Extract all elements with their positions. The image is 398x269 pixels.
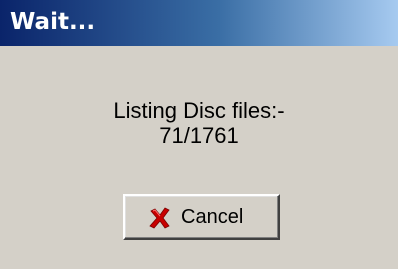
progress-status-text: Listing Disc files:-: [113, 98, 285, 123]
wait-dialog: Wait... Listing Disc files:- 71/1761 Can…: [0, 0, 398, 269]
progress-count: 71/1761: [159, 123, 239, 148]
window-title: Wait...: [10, 9, 96, 35]
progress-message: Listing Disc files:- 71/1761: [0, 98, 398, 148]
cancel-button-label: Cancel: [181, 206, 244, 228]
title-bar[interactable]: Wait...: [0, 0, 398, 46]
red-x-icon: [149, 207, 170, 229]
cancel-button[interactable]: Cancel: [123, 194, 280, 240]
